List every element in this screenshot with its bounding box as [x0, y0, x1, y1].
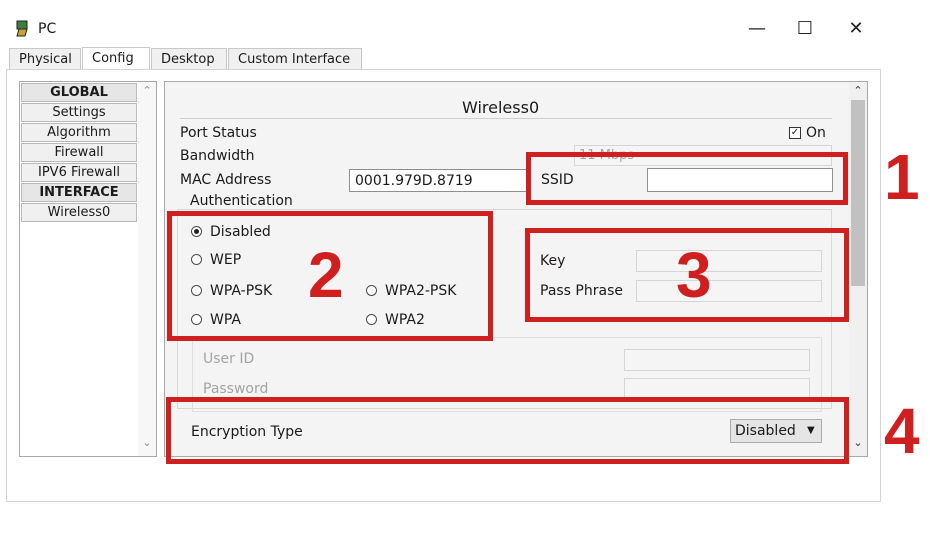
nav-scroll-up-icon[interactable]: ⌃	[138, 84, 156, 97]
tab-physical[interactable]: Physical	[9, 48, 81, 69]
nav-header-global: GLOBAL	[21, 83, 137, 102]
nav-item-ipv6-firewall[interactable]: IPV6 Firewall	[21, 163, 137, 182]
nav-scrollbar[interactable]	[138, 82, 156, 456]
annotation-number-3: 3	[676, 239, 712, 311]
panel-title: Wireless0	[462, 98, 540, 117]
title-divider	[180, 118, 832, 119]
nav-header-interface: INTERFACE	[21, 183, 137, 202]
nav-item-settings[interactable]: Settings	[21, 103, 137, 122]
tab-desktop[interactable]: Desktop	[151, 48, 227, 69]
minimize-button[interactable]: —	[742, 14, 772, 44]
main-scroll-thumb[interactable]	[851, 100, 865, 286]
nav-item-firewall[interactable]: Firewall	[21, 143, 137, 162]
tab-custom-interface[interactable]: Custom Interface	[228, 48, 362, 69]
nav-item-algorithm-settings[interactable]: Algorithm Settings	[21, 123, 137, 158]
annotation-number-4: 4	[884, 395, 920, 467]
nav-scroll-down-icon[interactable]: ⌄	[138, 436, 156, 449]
bandwidth-label: Bandwidth	[180, 148, 255, 164]
password-label: Password	[203, 381, 269, 397]
port-status-checkbox[interactable]: ✓	[789, 127, 801, 139]
authentication-label: Authentication	[186, 193, 297, 209]
user-id-input[interactable]	[624, 349, 810, 371]
annotation-box-4	[166, 397, 849, 464]
annotation-number-1: 1	[884, 141, 920, 213]
tab-config[interactable]: Config	[82, 47, 150, 69]
window-title: PC	[38, 21, 57, 37]
nav-item-wireless0[interactable]: Wireless0	[21, 203, 137, 222]
port-status-label: Port Status	[180, 125, 257, 141]
main-scroll-up-icon[interactable]: ⌃	[849, 84, 867, 97]
main-scroll-down-icon[interactable]: ⌄	[849, 436, 867, 449]
user-id-label: User ID	[203, 351, 255, 367]
annotation-box-1	[526, 152, 848, 205]
port-status-on-label: On	[806, 125, 826, 141]
mac-address-label: MAC Address	[180, 172, 272, 188]
maximize-button[interactable]: ☐	[790, 14, 820, 44]
close-button[interactable]: ✕	[841, 14, 871, 44]
app-icon	[14, 19, 34, 39]
annotation-number-2: 2	[308, 239, 344, 311]
mac-address-field[interactable]: 0001.979D.8719	[349, 169, 529, 192]
